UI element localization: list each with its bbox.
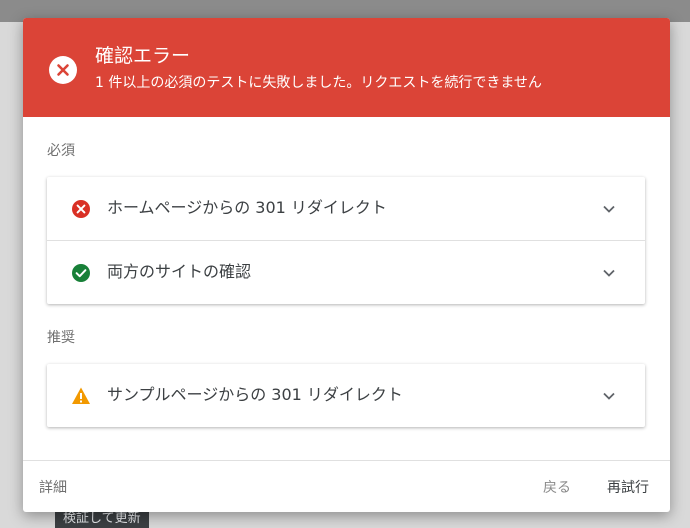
verification-error-dialog: 確認エラー 1 件以上の必須のテストに失敗しました。リクエストを続行できません … xyxy=(23,18,670,512)
chevron-down-icon[interactable] xyxy=(601,388,617,404)
required-section-label: 必須 xyxy=(47,143,75,159)
chevron-down-icon[interactable] xyxy=(601,201,617,217)
test-row-site-verification[interactable]: 両方のサイトの確認 xyxy=(47,240,645,304)
test-label: 両方のサイトの確認 xyxy=(107,262,252,281)
required-tests-card: ホームページからの 301 リダイレクト 両方のサイトの確認 xyxy=(47,177,645,304)
test-row-home-redirect[interactable]: ホームページからの 301 リダイレクト xyxy=(47,177,645,240)
recommended-section-label: 推奨 xyxy=(47,330,75,346)
dialog-title: 確認エラー xyxy=(95,45,191,67)
dialog-header: 確認エラー 1 件以上の必須のテストに失敗しました。リクエストを続行できません xyxy=(23,18,670,117)
details-link[interactable]: 詳細 xyxy=(39,479,67,497)
error-circle-icon xyxy=(49,56,77,84)
test-label: ホームページからの 301 リダイレクト xyxy=(107,198,387,217)
back-button[interactable]: 戻る xyxy=(543,479,571,497)
dialog-footer: 詳細 戻る 再試行 xyxy=(23,460,670,512)
check-circle-icon xyxy=(71,263,91,283)
test-label: サンプルページからの 301 リダイレクト xyxy=(107,385,403,404)
test-row-sample-redirect[interactable]: サンプルページからの 301 リダイレクト xyxy=(47,364,645,427)
chevron-down-icon[interactable] xyxy=(601,265,617,281)
error-icon xyxy=(71,199,91,219)
dialog-subtitle: 1 件以上の必須のテストに失敗しました。リクエストを続行できません xyxy=(95,75,542,91)
warning-icon xyxy=(71,386,91,406)
retry-button[interactable]: 再試行 xyxy=(607,479,649,497)
recommended-tests-card: サンプルページからの 301 リダイレクト xyxy=(47,364,645,427)
verify-and-update-button[interactable]: 検証して更新 xyxy=(55,510,149,528)
